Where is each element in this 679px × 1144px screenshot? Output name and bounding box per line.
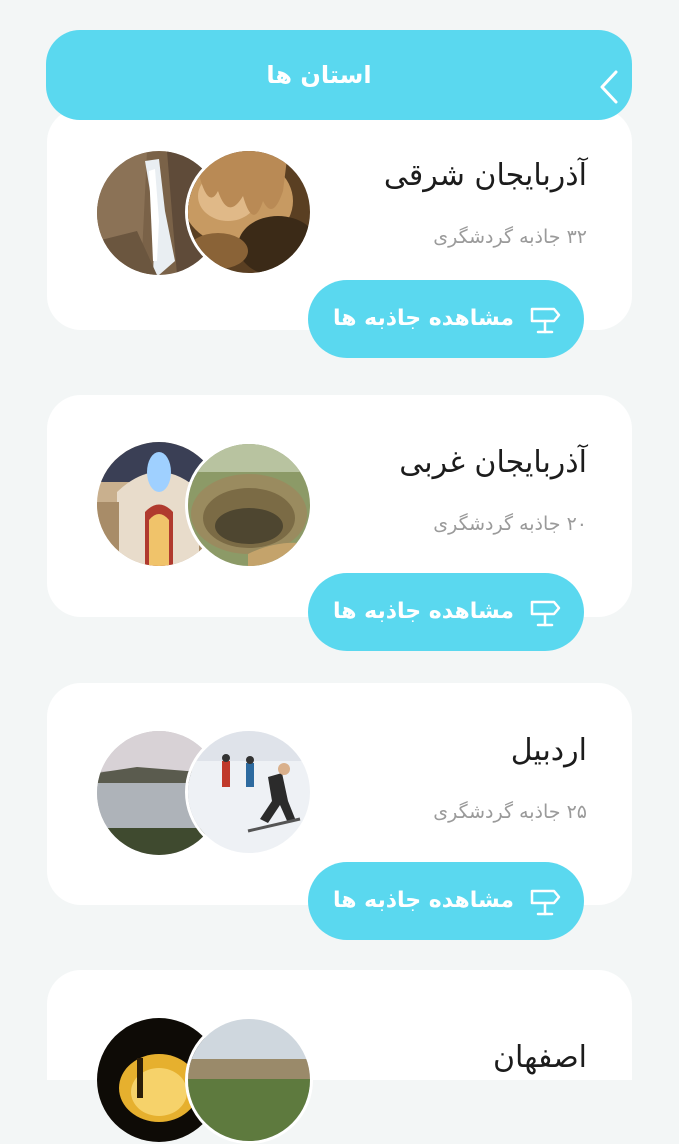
crater-image: [185, 441, 313, 569]
chevron-left-icon[interactable]: [596, 69, 622, 105]
view-attractions-button[interactable]: مشاهده جاذبه ها: [308, 862, 584, 940]
signpost-icon: [530, 889, 561, 916]
view-attractions-button[interactable]: مشاهده جاذبه ها: [308, 280, 584, 358]
cave-image: [185, 148, 313, 276]
view-attractions-label: مشاهده جاذبه ها: [332, 599, 514, 624]
page-title: استان ها: [266, 61, 372, 89]
skiing-image: [185, 728, 313, 856]
view-attractions-label: مشاهده جاذبه ها: [332, 888, 514, 913]
attraction-count: ۳۲ جاذبه گردشگری: [433, 226, 587, 248]
attraction-count: ۲۵ جاذبه گردشگری: [433, 801, 587, 823]
province-name: اصفهان: [493, 1040, 587, 1075]
app-header: استان ها: [46, 30, 632, 120]
signpost-icon: [530, 307, 561, 334]
attraction-count: ۲۰ جاذبه گردشگری: [433, 513, 587, 535]
view-attractions-button[interactable]: مشاهده جاذبه ها: [308, 573, 584, 651]
province-card[interactable]: اصفهان: [47, 970, 632, 1144]
province-name: آذربایجان شرقی: [383, 158, 587, 193]
province-card[interactable]: اردبیل ۲۵ جاذبه گردشگری مشاهده جاذبه ها: [47, 683, 632, 940]
square-image: [185, 1016, 313, 1144]
province-card[interactable]: آذربایجان غربی ۲۰ جاذبه گردشگری مشاهده ج…: [47, 395, 632, 651]
province-card[interactable]: آذربایجان شرقی ۳۲ جاذبه گردشگری مشاهده ج…: [47, 108, 632, 358]
signpost-icon: [530, 600, 561, 627]
view-attractions-label: مشاهده جاذبه ها: [332, 306, 514, 331]
province-name: آذربایجان غربی: [399, 445, 587, 480]
province-name: اردبیل: [510, 733, 587, 768]
